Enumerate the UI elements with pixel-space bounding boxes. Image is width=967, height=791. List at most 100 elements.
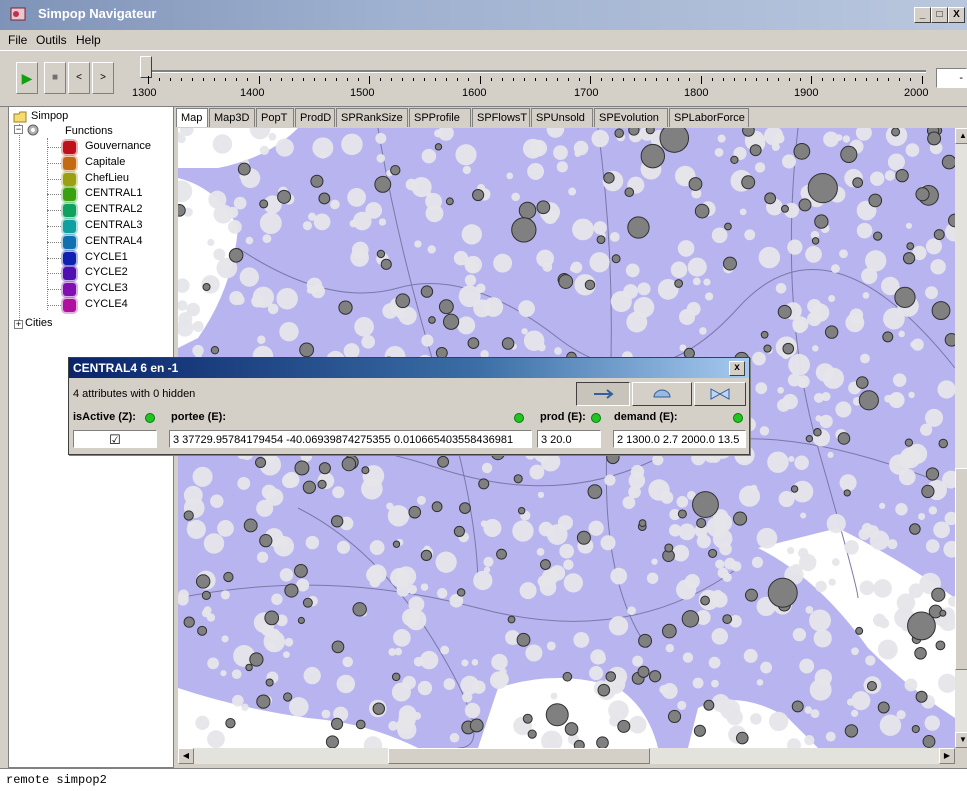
expand-icon[interactable]: + — [14, 320, 23, 329]
city-halo — [627, 606, 636, 616]
city-halo — [570, 261, 583, 274]
city-halo — [856, 222, 873, 239]
city-halo — [538, 521, 554, 537]
city-marker — [844, 724, 859, 738]
city-halo — [777, 386, 785, 394]
tab-spprofile[interactable]: SPProfile — [409, 108, 471, 127]
slider-tick — [369, 76, 370, 84]
tab-spevolution[interactable]: SPEvolution — [594, 108, 668, 127]
prev-button[interactable]: < — [68, 62, 90, 94]
city-halo — [421, 334, 434, 347]
tab-popt[interactable]: PopT — [256, 108, 294, 127]
slider-tick — [711, 78, 713, 81]
city-marker — [855, 626, 864, 635]
city-halo — [630, 464, 645, 479]
tree-item-central4[interactable]: CENTRAL4 — [85, 235, 142, 247]
scroll-up-icon[interactable]: ▲ — [955, 128, 967, 144]
city-halo — [904, 678, 918, 692]
tree-root[interactable]: Simpop — [31, 110, 68, 122]
function-gear-icon — [63, 156, 76, 170]
city-halo — [758, 246, 781, 269]
view-mode-button-3[interactable] — [694, 382, 746, 406]
city-marker — [243, 518, 258, 533]
tree-item-cycle4[interactable]: CYCLE4 — [85, 298, 128, 310]
city-marker — [587, 484, 603, 500]
menu-help[interactable]: Help — [76, 33, 101, 47]
city-halo — [440, 645, 450, 655]
tree-item-cheflieu[interactable]: ChefLieu — [85, 172, 129, 184]
city-marker — [790, 485, 799, 493]
tree-functions[interactable]: Functions — [65, 125, 113, 137]
play-button[interactable]: ▶ — [16, 62, 38, 94]
tab-map[interactable]: Map — [176, 108, 208, 127]
view-mode-button-2[interactable] — [632, 382, 692, 406]
city-marker — [352, 602, 367, 617]
scroll-down-icon[interactable]: ▼ — [955, 732, 967, 748]
city-halo — [722, 572, 732, 583]
dialog-title-bar[interactable]: CENTRAL4 6 en -1 — [69, 358, 749, 378]
city-halo — [788, 353, 810, 376]
menu-file[interactable]: File — [8, 33, 27, 47]
tree-item-cycle1[interactable]: CYCLE1 — [85, 251, 128, 263]
attribute-dialog[interactable]: CENTRAL4 6 en -1 x 4 attributes with 0 h… — [68, 357, 750, 455]
slider-tick — [357, 78, 359, 81]
tree-item-cycle3[interactable]: CYCLE3 — [85, 282, 128, 294]
view-mode-button-1[interactable] — [576, 382, 630, 406]
city-halo — [910, 341, 917, 348]
tree-item-capitale[interactable]: Capitale — [85, 156, 125, 168]
city-halo — [557, 515, 573, 531]
close-button[interactable]: X — [948, 7, 965, 23]
city-halo — [332, 486, 345, 499]
city-halo — [203, 533, 225, 554]
city-marker — [659, 128, 690, 153]
slider-tick — [490, 78, 492, 81]
slider-tick — [258, 76, 260, 84]
prod-field[interactable]: 3 20.0 — [537, 430, 601, 448]
minimize-button[interactable]: _ — [914, 7, 931, 23]
tree-item-gouvernance[interactable]: Gouvernance — [85, 140, 151, 152]
city-halo — [493, 253, 513, 273]
tab-spunsold[interactable]: SPUnsold — [531, 108, 593, 127]
tab-spflowst[interactable]: SPFlowsT — [472, 108, 530, 127]
tab-map3d[interactable]: Map3D — [209, 108, 255, 127]
city-marker — [749, 144, 762, 157]
slider-tick — [799, 78, 801, 81]
demand-field[interactable]: 2 1300.0 2.7 2000.0 13.5 — [613, 430, 746, 448]
city-halo — [212, 134, 233, 154]
horizontal-scrollbar[interactable]: ◀ ▶ — [178, 748, 955, 764]
city-halo — [787, 239, 803, 255]
tab-spranksize[interactable]: SPRankSize — [336, 108, 408, 127]
scroll-left-icon[interactable]: ◀ — [178, 748, 194, 764]
tab-prodd[interactable]: ProdD — [295, 108, 335, 127]
time-value-field[interactable]: - — [936, 68, 967, 88]
slider-thumb[interactable] — [140, 56, 152, 78]
tree-item-cycle2[interactable]: CYCLE2 — [85, 266, 128, 278]
tree-cities[interactable]: Cities — [25, 317, 53, 329]
tab-splaborforce[interactable]: SPLaborForce — [669, 108, 749, 127]
dialog-close-button[interactable]: x — [729, 361, 745, 376]
tree-connector — [47, 147, 61, 149]
stop-button[interactable]: ■ — [44, 62, 66, 94]
collapse-icon[interactable]: − — [14, 125, 23, 134]
isactive-checkbox[interactable]: ☑ — [73, 430, 157, 448]
tree-item-central2[interactable]: CENTRAL2 — [85, 203, 142, 215]
city-halo — [851, 691, 871, 711]
city-halo — [475, 283, 486, 294]
city-marker — [688, 177, 703, 191]
portee-field[interactable]: 3 37729.95784179454 -40.06939874275355 0… — [169, 430, 532, 448]
city-halo — [813, 629, 832, 648]
tree-item-central3[interactable]: CENTRAL3 — [85, 219, 142, 231]
city-halo — [549, 565, 566, 581]
menu-outils[interactable]: Outils — [36, 33, 67, 47]
vertical-scroll-thumb[interactable] — [955, 468, 967, 670]
vertical-scrollbar[interactable]: ▲ ▼ — [955, 128, 967, 748]
slider-tick — [744, 78, 746, 81]
scroll-right-icon[interactable]: ▶ — [939, 748, 955, 764]
city-halo — [835, 401, 852, 418]
tree-item-central1[interactable]: CENTRAL1 — [85, 187, 142, 199]
maximize-button[interactable]: □ — [931, 7, 948, 23]
next-button[interactable]: > — [92, 62, 114, 94]
horizontal-scroll-thumb[interactable] — [388, 748, 650, 764]
city-halo — [210, 494, 224, 508]
city-marker — [178, 204, 186, 217]
